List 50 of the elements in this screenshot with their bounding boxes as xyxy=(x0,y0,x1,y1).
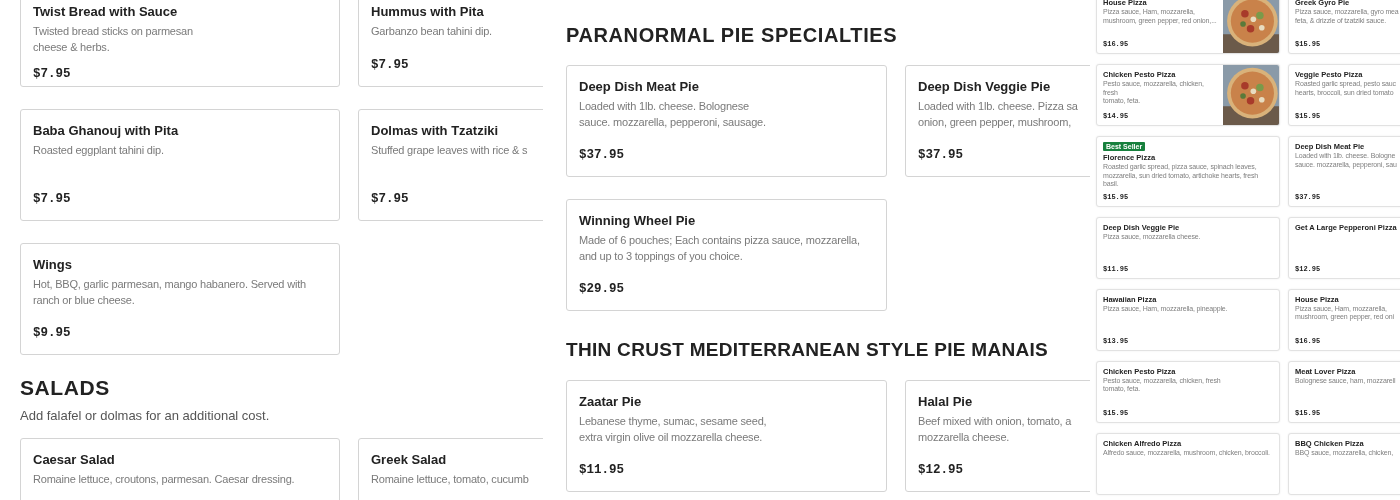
section-note: Add falafel or dolmas for an additional cost. xyxy=(20,407,271,424)
item-description: Loaded with 1lb. cheese. Pizza sa onion, green pepper, mushroom, xyxy=(918,99,1079,130)
item-title: Wings xyxy=(33,256,73,273)
item-title: Twist Bread with Sauce xyxy=(33,3,179,20)
menu-card[interactable]: Caesar Salad Romaine lettuce, croutons, parmesan. Caesar dressing. xyxy=(20,438,340,500)
item-description: Twisted bread sticks on parmesan cheese & herbs. xyxy=(33,24,194,55)
menu-card[interactable]: Zaatar Pie Lebanese thyme, sumac, sesame seed, extra virgin olive oil mozzarella cheese. $11.95 xyxy=(566,380,887,492)
section-heading: SALADS xyxy=(20,377,111,399)
section-heading: PARANORMAL PIE SPECIALTIES xyxy=(566,24,899,46)
item-description: Romaine lettuce, tomato, cucumb xyxy=(371,472,530,487)
item-price: $11.95 xyxy=(579,462,625,477)
item-description: Stuffed grape leaves with rice & s xyxy=(371,143,529,158)
item-description: Loaded with 1lb. cheese. Bolognese sauce. mozzarella, pepperoni, sausage. xyxy=(579,99,767,130)
item-title: Hummus with Pita xyxy=(371,3,485,20)
item-title: Dolmas with Tzatziki xyxy=(371,122,500,139)
section-heading: THIN CRUST MEDITERRANEAN STYLE PIE MANAIS xyxy=(566,339,1050,361)
item-price: $29.95 xyxy=(579,281,625,296)
item-price: $12.95 xyxy=(918,462,964,477)
item-description: Made of 6 pouches; Each contains pizza sauce, mozzarella, and up to 3 toppings of you choice. xyxy=(579,233,861,264)
item-title: Caesar Salad xyxy=(33,451,116,468)
item-price: $37.95 xyxy=(918,147,964,162)
menu-card[interactable]: Deep Dish Meat Pie Loaded with 1lb. cheese. Bolognese sauce. mozzarella, pepperoni, sausage. $37.95 xyxy=(566,65,887,177)
menu-card[interactable]: Hummus with Pita Garbanzo bean tahini dip. $7.95 xyxy=(358,0,543,87)
menu-card[interactable]: Twist Bread with Sauce Twisted bread sticks on parmesan cheese & herbs. $7.95 xyxy=(20,0,340,87)
item-title: Baba Ghanouj with Pita xyxy=(33,122,180,139)
menu-card[interactable]: Halal Pie Beef mixed with onion, tomato, a mozzarella cheese. $12.95 xyxy=(905,380,1090,492)
item-title: Halal Pie xyxy=(918,393,974,410)
menu-card[interactable]: Deep Dish Veggie Pie Loaded with 1lb. cheese. Pizza sa onion, green pepper, mushroom, $37.95 xyxy=(905,65,1090,177)
item-title: Deep Dish Veggie Pie xyxy=(918,78,1052,95)
menu-card[interactable]: Baba Ghanouj with Pita Roasted eggplant tahini dip. $7.95 xyxy=(20,109,340,221)
menu-card[interactable]: Greek Salad Romaine lettuce, tomato, cucumb xyxy=(358,438,543,500)
menu-card[interactable]: Dolmas with Tzatziki Stuffed grape leaves with rice & s $7.95 xyxy=(358,109,543,221)
item-description: Hot, BBQ, garlic parmesan, mango habanero. Served with ranch or blue cheese. xyxy=(33,277,307,308)
item-price: $7.95 xyxy=(371,191,410,206)
menu-card[interactable]: Wings Hot, BBQ, garlic parmesan, mango habanero. Served with ranch or blue cheese. $9.95 xyxy=(20,243,340,355)
item-title: Zaatar Pie xyxy=(579,393,643,410)
item-description: Lebanese thyme, sumac, sesame seed, extra virgin olive oil mozzarella cheese. xyxy=(579,414,768,445)
item-price: $7.95 xyxy=(33,191,72,206)
item-description: Garbanzo bean tahini dip. xyxy=(371,24,493,39)
item-description: Romaine lettuce, croutons, parmesan. Caesar dressing. xyxy=(33,472,296,487)
item-description: Roasted eggplant tahini dip. xyxy=(33,143,165,158)
item-price: $9.95 xyxy=(33,325,72,340)
item-price: $7.95 xyxy=(371,57,410,72)
item-description: Beef mixed with onion, tomato, a mozzarella cheese. xyxy=(918,414,1073,445)
item-title: Deep Dish Meat Pie xyxy=(579,78,700,95)
item-price: $7.95 xyxy=(33,66,72,81)
menu-card[interactable]: Winning Wheel Pie Made of 6 pouches; Each contains pizza sauce, mozzarella, and up to 3 toppings of you choice. $29.95 xyxy=(566,199,887,311)
item-title: Greek Salad xyxy=(371,451,448,468)
item-title: Winning Wheel Pie xyxy=(579,212,697,229)
item-price: $37.95 xyxy=(579,147,625,162)
